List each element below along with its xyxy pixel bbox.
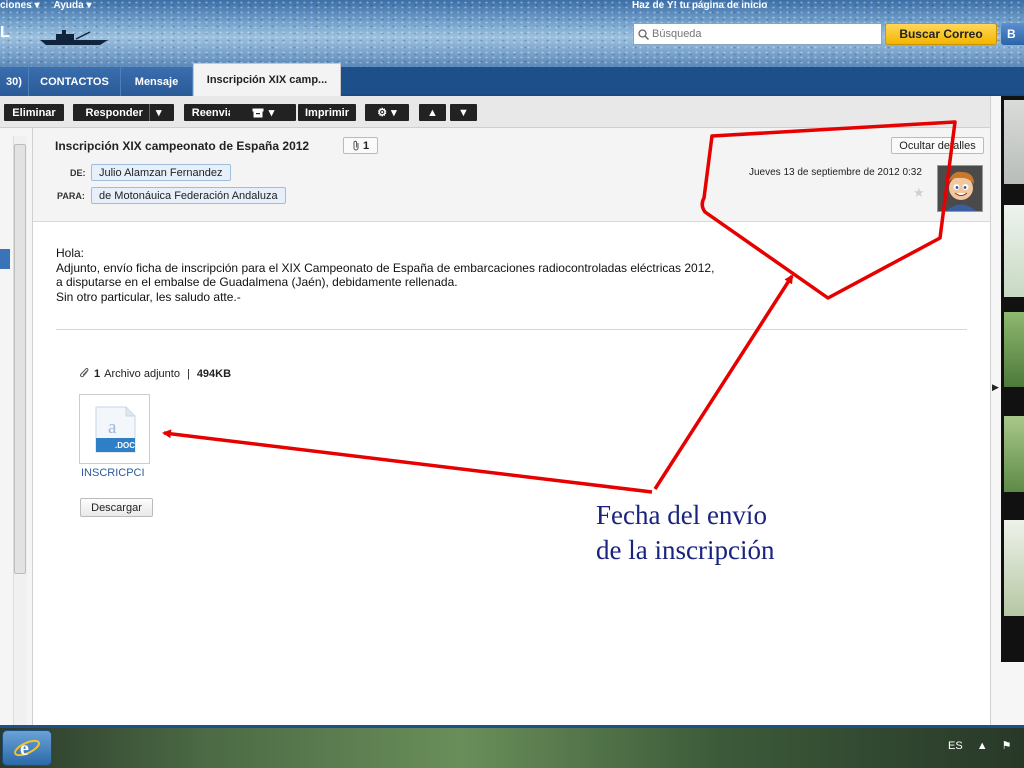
attachment-separator: | [186,368,190,380]
recipient-chip[interactable]: de Motonáuica Federación Andaluza [91,187,286,204]
tab-contacts[interactable]: CONTACTOS [29,67,121,96]
avatar-cartoon-icon [938,166,982,211]
next-message-button[interactable]: ▼ [450,104,477,121]
attachment-count-button[interactable]: 1 [343,137,378,154]
tab-current-email[interactable]: Inscripción XIX camp... [193,63,341,96]
body-divider [56,329,967,330]
message-toolbar: Eliminar Responder ▾ Reenviar ▾ Imprimir… [0,96,990,128]
tab-inbox[interactable]: 30) [0,67,29,96]
to-label: PARA: [57,191,85,201]
system-tray: ES ▲ ⚑ [948,739,1012,753]
svg-text:a: a [108,417,117,438]
attachment-label: Archivo adjunto [104,368,180,380]
taskbar [0,728,1024,768]
print-button[interactable]: Imprimir [298,104,356,121]
tab-message[interactable]: Mensaje [121,67,193,96]
attachment-count: 1 [362,139,370,152]
star-icon[interactable]: ★ [913,185,925,201]
sender-chip[interactable]: Julio Alamzan Fernandez [91,164,231,181]
settings-button[interactable]: ⚙ ▾ [365,104,409,121]
annotation-line: Fecha del envío [596,500,767,530]
boat-logo-icon [40,30,108,45]
ad-image[interactable] [1004,205,1024,297]
file-extension: .DOC [115,441,135,450]
collapse-ads-icon[interactable]: ▶ [992,382,999,393]
doc-file-icon: a .DOC [95,406,136,453]
search-web-button[interactable]: B [1001,23,1024,45]
annotation-text: Fecha del envío de la inscripción [596,498,774,568]
annotation-line: de la inscripción [596,535,775,565]
delete-button[interactable]: Eliminar [4,104,64,121]
ad-image[interactable] [1004,416,1024,492]
app-header: ciones ▾ Ayuda ▾ Haz de Y! tu página de … [0,0,1024,67]
ad-image[interactable] [1004,100,1024,184]
ad-image[interactable] [1004,312,1024,387]
tab-bar: 30) CONTACTOS Mensaje Inscripción XIX ca… [0,63,1024,96]
paperclip-icon [80,368,89,378]
folder-selected-marker[interactable] [0,249,10,269]
reply-button[interactable]: Responder ▾ [73,104,174,121]
tray-up-arrow-icon[interactable]: ▲ [977,740,988,752]
paperclip-icon [353,140,359,151]
gear-icon: ⚙ [377,107,388,119]
annotation-arrow-to-date [653,274,794,490]
svg-text:e: e [20,738,29,760]
ad-image[interactable] [1004,520,1024,616]
arrow-up-icon: ▲ [427,106,438,119]
search-input[interactable] [652,28,872,40]
attachment-number: 1 [94,368,101,380]
logo-fragment: L [0,24,10,41]
search-mail-button[interactable]: Buscar Correo [885,23,997,45]
flag-icon[interactable]: ⚑ [1002,739,1012,752]
attachment-filename[interactable]: INSCRICPCI [81,467,145,479]
internet-explorer-icon: e [14,738,40,760]
top-menu: ciones ▾ Ayuda ▾ [0,0,91,12]
message-date: Jueves 13 de septiembre de 2012 0:32 [749,167,922,178]
body-line: a disputarse en el embalse de Guadalmena… [56,275,458,289]
scrollbar-thumb[interactable] [14,144,26,574]
language-indicator[interactable]: ES [948,740,963,752]
message-body: Hola: Adjunto, envío ficha de inscripció… [56,246,756,304]
chevron-down-icon[interactable]: ▾ [156,106,162,119]
avatar[interactable] [937,165,983,212]
attachment-size: 494KB [196,368,232,380]
internet-explorer-button[interactable]: e [2,730,52,766]
download-button[interactable]: Descargar [80,498,153,517]
homepage-link[interactable]: Haz de Y! tu página de inicio [632,0,767,11]
attachment-summary: 1 Archivo adjunto | 494KB [80,368,231,380]
body-line: Sin otro particular, les saludo atte.- [56,289,241,304]
hide-details-button[interactable]: Ocultar detalles [891,137,984,154]
folder-panel-collapsed [0,128,33,726]
previous-message-button[interactable]: ▲ [419,104,446,121]
top-menu-item-options[interactable]: ciones ▾ [0,0,39,12]
reply-label: Responder [85,106,143,119]
body-line: Hola: [56,246,85,260]
message-header: Inscripción XIX campeonato de España 201… [33,128,990,222]
search-icon [638,28,649,40]
button-separator [148,104,150,121]
message-subject: Inscripción XIX campeonato de España 201… [55,139,310,153]
arrow-down-icon: ▼ [458,106,469,119]
annotation-arrow-to-file [162,429,653,494]
body-line: Adjunto, envío ficha de inscripción para… [56,260,715,275]
search-field[interactable] [633,23,882,45]
from-label: DE: [70,168,86,178]
top-menu-item-help[interactable]: Ayuda ▾ [53,0,91,12]
archive-icon [252,108,264,117]
attachment-thumbnail[interactable]: a .DOC [79,394,150,464]
chevron-down-icon: ▾ [391,107,397,119]
archive-button[interactable]: ▾ [230,104,296,121]
chevron-down-icon: ▾ [268,107,275,119]
